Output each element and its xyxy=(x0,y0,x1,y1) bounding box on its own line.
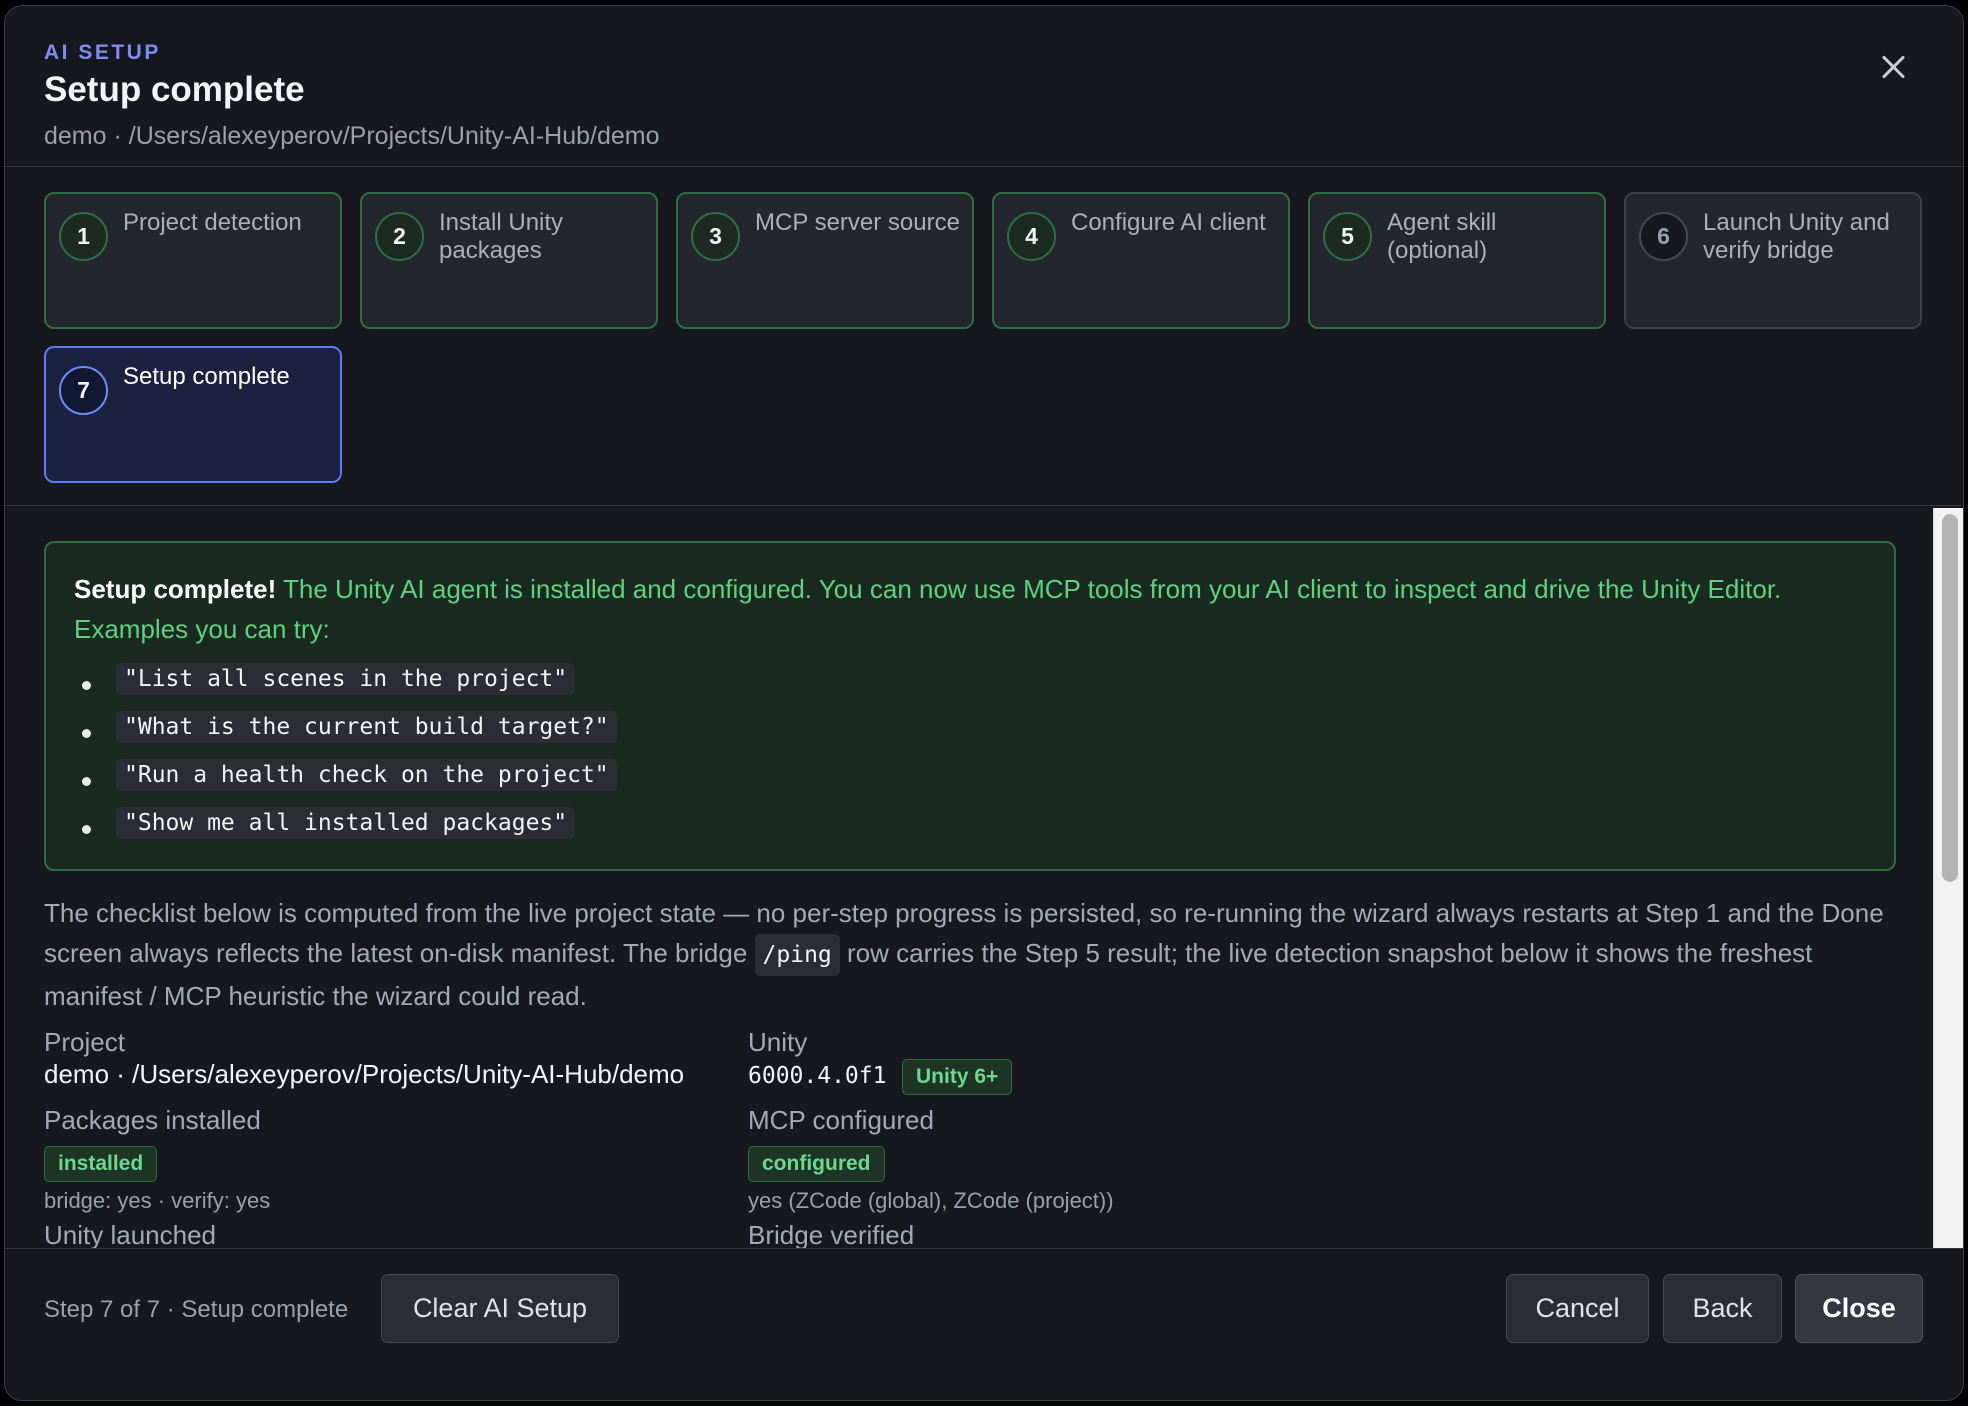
mcp-status-badge: configured xyxy=(748,1146,885,1182)
unity-version-badge: Unity 6+ xyxy=(902,1059,1013,1095)
step-label: Agent skill (optional) xyxy=(1387,209,1497,264)
success-message: Setup complete! The Unity AI agent is in… xyxy=(74,569,1874,649)
success-heading: Setup complete! xyxy=(74,574,277,604)
content-panel: Setup complete! The Unity AI agent is in… xyxy=(5,508,1933,1248)
step-label: Launch Unity and verify bridge xyxy=(1703,209,1890,264)
step-number: 3 xyxy=(691,212,740,261)
dialog-header: AI SETUP Setup complete demo · /Users/al… xyxy=(5,6,1963,167)
step-2[interactable]: 2 Install Unity packages xyxy=(360,192,658,329)
unity-label: Unity xyxy=(748,1027,808,1057)
step-3[interactable]: 3 MCP server source xyxy=(676,192,974,329)
success-body: The Unity AI agent is installed and conf… xyxy=(74,574,1782,644)
step-4[interactable]: 4 Configure AI client xyxy=(992,192,1290,329)
bridge-verified-label: Bridge verified xyxy=(748,1220,915,1248)
dialog-subtitle: demo · /Users/alexeyperov/Projects/Unity… xyxy=(44,122,660,150)
step-label: Setup complete xyxy=(123,363,290,390)
project-label: Project xyxy=(44,1027,125,1057)
checklist-description: The checklist below is computed from the… xyxy=(44,893,1904,1016)
step-number: 1 xyxy=(59,212,108,261)
step-number: 4 xyxy=(1007,212,1056,261)
step-number: 5 xyxy=(1323,212,1372,261)
packages-status-badge: installed xyxy=(44,1146,158,1182)
example-prompt: "Show me all installed packages" xyxy=(116,807,576,839)
close-button[interactable]: Close xyxy=(1795,1274,1923,1343)
ping-code: /ping xyxy=(754,934,840,976)
list-item: "Run a health check on the project" xyxy=(82,759,617,807)
example-prompt: "Run a health check on the project" xyxy=(116,759,617,791)
example-list: "List all scenes in the project" "What i… xyxy=(82,663,617,855)
step-label: Install Unity packages xyxy=(439,209,564,264)
step-1[interactable]: 1 Project detection xyxy=(44,192,342,329)
step-7[interactable]: 7 Setup complete xyxy=(44,346,342,483)
step-number: 6 xyxy=(1639,212,1688,261)
clear-ai-setup-button[interactable]: Clear AI Setup xyxy=(381,1274,619,1343)
success-callout: Setup complete! The Unity AI agent is in… xyxy=(44,541,1896,871)
dialog-footer: Step 7 of 7 · Setup complete Clear AI Se… xyxy=(5,1248,1963,1400)
step-label: Project detection xyxy=(123,209,302,236)
step-label: MCP server source xyxy=(755,209,960,236)
list-item: "Show me all installed packages" xyxy=(82,807,617,855)
mcp-label: MCP configured xyxy=(748,1105,934,1135)
step-indicator: 1 Project detection 2 Install Unity pack… xyxy=(5,169,1963,506)
unity-launched-label: Unity launched xyxy=(44,1220,216,1248)
step-5[interactable]: 5 Agent skill (optional) xyxy=(1308,192,1606,329)
close-icon[interactable] xyxy=(1877,50,1911,84)
step-label: Configure AI client xyxy=(1071,209,1266,236)
example-prompt: "What is the current build target?" xyxy=(116,711,617,743)
step-6[interactable]: 6 Launch Unity and verify bridge xyxy=(1624,192,1922,329)
project-value: demo · /Users/alexeyperov/Projects/Unity… xyxy=(44,1059,685,1089)
mcp-detail: yes (ZCode (global), ZCode (project)) xyxy=(748,1188,1114,1213)
content-scrollbar[interactable] xyxy=(1933,508,1963,1248)
dialog-eyebrow: AI SETUP xyxy=(44,41,161,64)
back-button[interactable]: Back xyxy=(1663,1274,1782,1343)
cancel-button[interactable]: Cancel xyxy=(1506,1274,1649,1343)
ai-setup-dialog: AI SETUP Setup complete demo · /Users/al… xyxy=(4,5,1964,1401)
packages-detail: bridge: yes · verify: yes xyxy=(44,1188,271,1213)
unity-version: 6000.4.0f1 xyxy=(748,1063,887,1089)
packages-label: Packages installed xyxy=(44,1105,261,1135)
scrollbar-thumb[interactable] xyxy=(1942,514,1958,882)
dialog-title: Setup complete xyxy=(44,70,305,109)
list-item: "What is the current build target?" xyxy=(82,711,617,759)
footer-step-status: Step 7 of 7 · Setup complete xyxy=(44,1296,349,1323)
list-item: "List all scenes in the project" xyxy=(82,663,617,711)
example-prompt: "List all scenes in the project" xyxy=(116,663,576,695)
step-number: 2 xyxy=(375,212,424,261)
step-number: 7 xyxy=(59,366,108,415)
